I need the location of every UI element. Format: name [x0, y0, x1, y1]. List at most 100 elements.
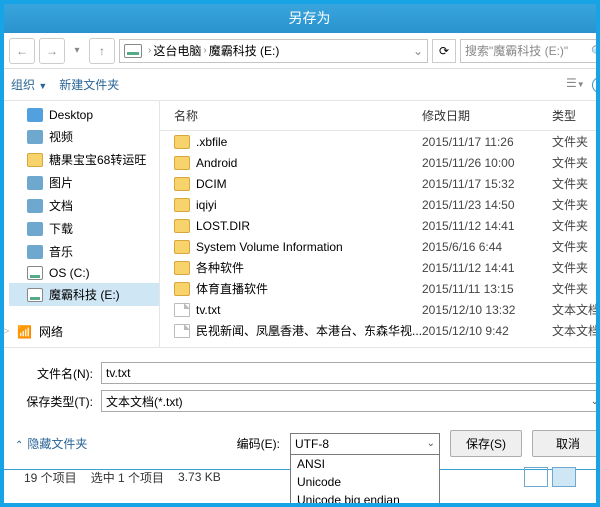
chevron-down-icon: ⌄ [591, 396, 599, 407]
nav-back-button[interactable] [9, 38, 35, 64]
status-items: 19 个项目 [24, 469, 77, 486]
nav-forward-button[interactable] [39, 38, 65, 64]
file-type: 文件夹 [552, 175, 600, 192]
encoding-dropdown: ANSIUnicodeUnicode big endianUTF-8 [290, 454, 440, 507]
chevron-right-icon: › [148, 45, 151, 56]
help-icon[interactable] [592, 76, 600, 93]
search-input[interactable]: 搜索"魔霸科技 (E:)" [460, 39, 600, 63]
view-options-button[interactable]: ☰▼ [566, 76, 586, 94]
file-name: tv.txt [196, 303, 422, 317]
cancel-button[interactable]: 取消 [532, 430, 600, 457]
title-text: 另存为 [289, 8, 331, 28]
refresh-icon [439, 44, 449, 58]
hide-folders-link[interactable]: 隐藏文件夹 [15, 435, 87, 452]
refresh-button[interactable] [432, 39, 456, 63]
file-type: 文件夹 [552, 133, 600, 150]
drive-icon [27, 288, 43, 302]
file-row[interactable]: 民视新闻、凤凰香港、本港台、东森华视...2015/12/10 9:42文本文档 [160, 320, 600, 341]
sidebar-item-videos[interactable]: 视频 [9, 125, 159, 148]
file-list: .xbfile2015/11/17 11:26文件夹Android2015/11… [160, 131, 600, 341]
folder-icon [27, 199, 43, 213]
sidebar-item-pictures[interactable]: 图片 [9, 171, 159, 194]
file-name: .xbfile [196, 135, 422, 149]
file-icon [174, 324, 190, 338]
file-date: 2015/11/12 14:41 [422, 261, 552, 275]
search-icon [591, 44, 600, 58]
sidebar-item-network[interactable]: ▷📶网络 [9, 320, 159, 343]
sidebar-item-documents[interactable]: 文档 [9, 194, 159, 217]
sidebar-item-desktop[interactable]: Desktop [9, 105, 159, 125]
file-name: 体育直播软件 [196, 280, 422, 297]
column-headers[interactable]: 名称 修改日期 类型 [160, 101, 600, 131]
sidebar-item-music[interactable]: 音乐 [9, 240, 159, 263]
file-row[interactable]: DCIM2015/11/17 15:32文件夹 [160, 173, 600, 194]
file-row[interactable]: iqiyi2015/11/23 14:50文件夹 [160, 194, 600, 215]
file-date: 2015/12/10 9:42 [422, 324, 552, 338]
folder-icon [27, 176, 43, 190]
sidebar-item-downloads[interactable]: 下载 [9, 217, 159, 240]
encoding-option[interactable]: Unicode [291, 473, 439, 491]
file-type: 文件夹 [552, 196, 600, 213]
folder-icon [174, 156, 190, 170]
column-type[interactable]: 类型 [552, 107, 600, 124]
view-large-icons-icon[interactable] [552, 467, 576, 487]
folder-icon [174, 261, 190, 275]
filename-label: 文件名(N): [15, 365, 93, 382]
file-type: 文件夹 [552, 238, 600, 255]
encoding-label: 编码(E): [237, 435, 280, 452]
folder-icon [174, 219, 190, 233]
nav-history-dropdown[interactable] [69, 38, 85, 64]
folder-icon [174, 198, 190, 212]
breadcrumb-dropdown-icon[interactable]: ⌄ [413, 44, 423, 58]
chevron-down-icon: ⌄ [427, 438, 435, 449]
view-details-icon[interactable] [524, 467, 548, 487]
file-date: 2015/11/23 14:50 [422, 198, 552, 212]
file-type: 文件夹 [552, 259, 600, 276]
filename-input[interactable]: tv.txt [101, 362, 600, 384]
sidebar-item-drive-c[interactable]: OS (C:) [9, 263, 159, 283]
encoding-select[interactable]: UTF-8 ⌄ [290, 433, 440, 455]
organize-button[interactable]: 组织 ▼ [11, 76, 47, 93]
filetype-label: 保存类型(T): [15, 393, 93, 410]
nav-up-button[interactable] [89, 38, 115, 64]
tree-expand-icon[interactable]: ▷ [9, 326, 14, 337]
file-date: 2015/11/11 13:15 [422, 282, 552, 296]
file-date: 2015/11/17 15:32 [422, 177, 552, 191]
file-icon [174, 303, 190, 317]
file-date: 2015/12/10 13:32 [422, 303, 552, 317]
sidebar-item-user[interactable]: 糖果宝宝68转运旺 [9, 148, 159, 171]
breadcrumb[interactable]: › 这台电脑 › 魔霸科技 (E:) ⌄ [119, 39, 428, 63]
search-placeholder: 搜索"魔霸科技 (E:)" [465, 42, 568, 59]
column-name[interactable]: 名称 [164, 107, 422, 124]
file-type: 文本文档 [552, 301, 600, 318]
column-date[interactable]: 修改日期 [422, 107, 552, 124]
filetype-select[interactable]: 文本文档(*.txt)⌄ [101, 390, 600, 412]
file-row[interactable]: tv.txt2015/12/10 13:32文本文档 [160, 299, 600, 320]
save-button[interactable]: 保存(S) [450, 430, 522, 457]
breadcrumb-item[interactable]: 这台电脑 [153, 42, 201, 59]
file-date: 2015/11/26 10:00 [422, 156, 552, 170]
file-row[interactable]: 体育直播软件2015/11/11 13:15文件夹 [160, 278, 600, 299]
file-name: 各种软件 [196, 259, 422, 276]
file-row[interactable]: Android2015/11/26 10:00文件夹 [160, 152, 600, 173]
titlebar: 另存为 [3, 3, 600, 33]
folder-icon [174, 177, 190, 191]
drive-icon [124, 44, 142, 58]
file-row[interactable]: LOST.DIR2015/11/12 14:41文件夹 [160, 215, 600, 236]
sidebar-item-drive-e[interactable]: 魔霸科技 (E:) [9, 283, 159, 306]
file-name: System Volume Information [196, 240, 422, 254]
breadcrumb-item[interactable]: 魔霸科技 (E:) [209, 42, 280, 59]
chevron-up-icon [15, 437, 23, 451]
file-name: Android [196, 156, 422, 170]
file-row[interactable]: System Volume Information2015/6/16 6:44文… [160, 236, 600, 257]
new-folder-button[interactable]: 新建文件夹 [59, 76, 119, 93]
file-row[interactable]: .xbfile2015/11/17 11:26文件夹 [160, 131, 600, 152]
file-row[interactable]: 各种软件2015/11/12 14:41文件夹 [160, 257, 600, 278]
encoding-option[interactable]: ANSI [291, 455, 439, 473]
encoding-option[interactable]: Unicode big endian [291, 491, 439, 507]
file-type: 文件夹 [552, 217, 600, 234]
status-size: 3.73 KB [178, 470, 221, 484]
file-type: 文件夹 [552, 280, 600, 297]
file-name: 民视新闻、凤凰香港、本港台、东森华视... [196, 322, 422, 339]
drive-icon [27, 266, 43, 280]
